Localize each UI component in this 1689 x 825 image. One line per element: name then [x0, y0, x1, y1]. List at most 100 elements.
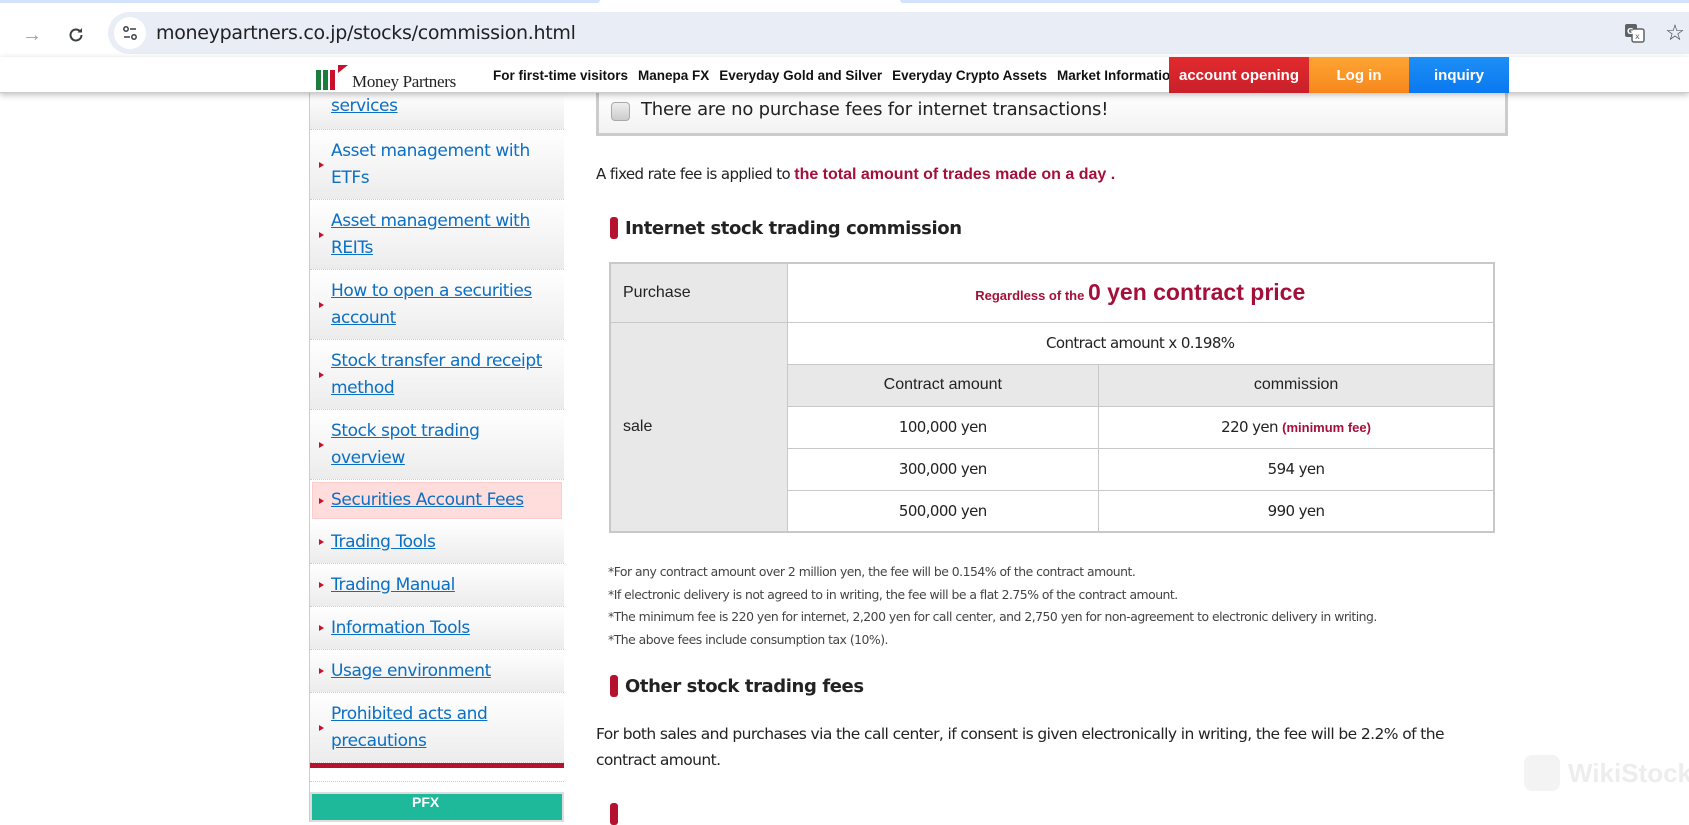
forward-icon[interactable]: → — [16, 19, 48, 51]
sidebar-item-open-account[interactable]: How to open a securities account — [310, 270, 564, 340]
sidebar-item-label[interactable]: Asset management with ETFs — [331, 138, 556, 192]
nav-crypto-assets[interactable]: Everyday Crypto Assets — [892, 68, 1047, 83]
bullet-arrow-icon — [319, 161, 324, 168]
bookmark-star-icon[interactable]: ☆ — [1663, 20, 1687, 45]
site-header: Money Partners For first-time visitors M… — [0, 57, 1689, 93]
checkbox-icon — [611, 102, 630, 121]
sidebar-item-label[interactable]: Asset management with REITs — [331, 208, 556, 262]
note-item: *If electronic delivery is not agreed to… — [608, 586, 1178, 602]
contract-amount-cell: 300,000 yen — [786, 447, 1100, 491]
note-item: *The above fees include consumption tax … — [608, 631, 888, 647]
sidebar-item-reits[interactable]: Asset management with REITs — [310, 200, 564, 270]
tab[interactable] — [900, 0, 1689, 3]
heading-marker-icon — [610, 675, 618, 697]
bullet-arrow-icon — [319, 301, 324, 308]
bullet-arrow-icon — [319, 497, 324, 504]
purchase-fee-value: 0 yen contract price — [1087, 279, 1306, 306]
heading-marker-icon — [610, 803, 618, 825]
bullet-arrow-icon — [319, 668, 324, 674]
table-row-formula: sale Contract amount x 0.198% — [609, 321, 1495, 533]
sidebar-item-services[interactable]: services — [310, 93, 564, 130]
nav-first-time-visitors[interactable]: For first-time visitors — [493, 68, 628, 83]
sidebar-menu: services Asset management with ETFs Asse… — [309, 93, 564, 822]
sidebar-item-spot-trading[interactable]: Stock spot trading overview — [310, 410, 564, 480]
commission-cell: 990 yen — [1098, 489, 1495, 533]
sidebar-item-trading-manual[interactable]: Trading Manual — [310, 564, 564, 607]
browser-toolbar: → moneypartners.co.jp/stocks/commission.… — [0, 10, 1689, 61]
section-heading-internet-commission: Internet stock trading commission — [610, 217, 962, 239]
contract-amount-cell: 500,000 yen — [786, 489, 1100, 533]
top-nav: For first-time visitors Manepa FX Everyd… — [493, 57, 1169, 93]
money-partners-logo[interactable]: Money Partners — [316, 62, 456, 91]
sidebar-item-label[interactable]: Trading Tools — [331, 529, 436, 556]
intro-text: A fixed rate fee is applied to the total… — [596, 165, 1115, 184]
logo-bar-icon — [330, 70, 335, 90]
inquiry-button[interactable]: inquiry — [1409, 57, 1509, 93]
intro-highlight: the total amount of trades made on a day… — [794, 166, 1116, 183]
nav-manepa-fx[interactable]: Manepa FX — [638, 68, 709, 83]
note-item: *The minimum fee is 220 yen for internet… — [608, 609, 1377, 624]
sidebar-item-account-fees[interactable]: Securities Account Fees — [312, 482, 562, 519]
bullet-arrow-icon — [319, 724, 324, 731]
watermark-text: WikiStock — [1568, 757, 1689, 788]
commission-cell: 594 yen — [1098, 447, 1495, 491]
minimum-fee-note: (minimum fee) — [1282, 420, 1371, 435]
sidebar-item-etfs[interactable]: Asset management with ETFs — [310, 130, 564, 200]
section-heading-other-fees: Other stock trading fees — [610, 675, 864, 697]
section-heading-next — [610, 803, 625, 825]
account-opening-button[interactable]: account opening — [1169, 57, 1309, 93]
contract-amount-cell: 100,000 yen — [786, 405, 1100, 449]
sidebar-item-label[interactable]: Trading Manual — [331, 572, 455, 599]
wikistock-logo-icon — [1524, 755, 1560, 791]
sidebar-item-label[interactable]: Stock transfer and receipt method — [331, 348, 556, 402]
nav-market-information[interactable]: Market Information — [1057, 68, 1169, 83]
promo-banner[interactable]: PFX — [310, 792, 564, 822]
sidebar-item-label[interactable]: Information Tools — [331, 615, 470, 642]
purchase-fee-prefix: Regardless of the — [975, 288, 1088, 304]
sidebar-item-trading-tools[interactable]: Trading Tools — [310, 521, 564, 564]
login-button[interactable]: Log in — [1309, 57, 1409, 93]
sidebar-item-information-tools[interactable]: Information Tools — [310, 607, 564, 650]
sidebar-item-label[interactable]: Prohibited acts and precautions — [331, 701, 556, 755]
tab-strip — [0, 0, 1689, 10]
sidebar-item-label[interactable]: Stock spot trading overview — [331, 418, 556, 472]
sidebar-item-label[interactable]: How to open a securities account — [331, 278, 556, 332]
sidebar-item-prohibited-acts[interactable]: Prohibited acts and precautions — [310, 693, 564, 763]
heading-text: Internet stock trading commission — [625, 217, 962, 239]
sidebar-item-usage-environment[interactable]: Usage environment — [310, 650, 564, 693]
address-bar[interactable]: moneypartners.co.jp/stocks/commission.ht… — [108, 12, 1689, 54]
bullet-arrow-icon — [319, 539, 324, 545]
bullet-arrow-icon — [319, 582, 324, 588]
nav-gold-silver[interactable]: Everyday Gold and Silver — [719, 68, 882, 83]
bullet-arrow-icon — [319, 625, 324, 631]
reload-icon[interactable] — [60, 19, 92, 51]
bullet-arrow-icon — [319, 371, 324, 378]
note-item: *For any contract amount over 2 million … — [608, 564, 1136, 579]
notice-text: There are no purchase fees for internet … — [641, 99, 1109, 120]
sale-formula: Contract amount x 0.198% — [786, 321, 1495, 365]
tab[interactable] — [0, 0, 600, 3]
bullet-arrow-icon — [319, 441, 324, 448]
svg-text:x: x — [1635, 32, 1640, 41]
site-info-icon[interactable] — [114, 17, 146, 49]
logo-bar-icon — [316, 70, 321, 90]
intro-prefix: A fixed rate fee is applied to — [596, 165, 795, 183]
column-header-commission: commission — [1098, 363, 1495, 407]
sidebar-item-label[interactable]: Usage environment — [331, 658, 491, 685]
purchase-label: Purchase — [609, 262, 788, 323]
sidebar-item-label[interactable]: Securities Account Fees — [331, 487, 524, 514]
column-header-contract-amount: Contract amount — [786, 363, 1100, 407]
sidebar-item-stock-transfer[interactable]: Stock transfer and receipt method — [310, 340, 564, 410]
svg-text:G: G — [1627, 27, 1634, 36]
table-row-purchase: Purchase Regardless of the 0 yen contrac… — [609, 262, 1495, 323]
logo-bar-icon — [323, 70, 328, 90]
sidebar-item-label[interactable]: services — [331, 93, 398, 120]
translate-icon[interactable]: Gx — [1623, 21, 1647, 45]
logo-flag-icon — [338, 65, 348, 73]
commission-value: 220 yen — [1221, 418, 1278, 436]
url-text[interactable]: moneypartners.co.jp/stocks/commission.ht… — [156, 22, 576, 44]
divider — [310, 768, 564, 782]
heading-text: Other stock trading fees — [625, 675, 864, 697]
sale-label: sale — [609, 321, 788, 533]
commission-table: Purchase Regardless of the 0 yen contrac… — [609, 262, 1495, 533]
